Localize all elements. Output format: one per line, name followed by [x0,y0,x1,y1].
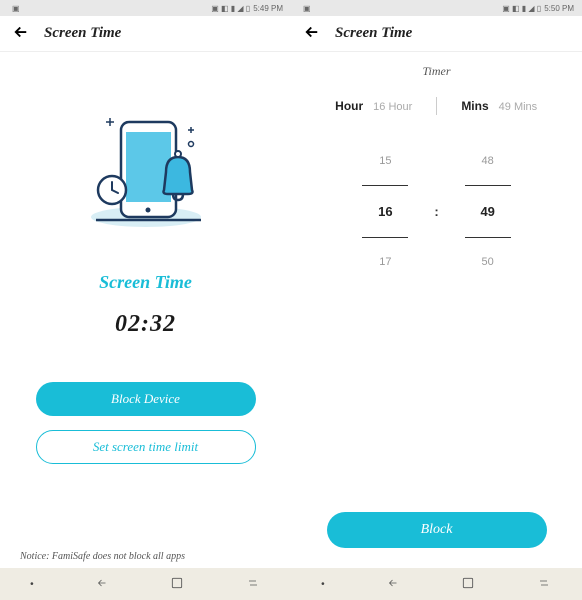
picker-line [362,237,408,238]
status-time: 5:50 PM [544,4,574,13]
status-time: 5:49 PM [253,4,283,13]
nav-bar: • [0,568,291,600]
back-icon[interactable] [303,23,321,44]
hour-picker[interactable]: 15 16 17 [360,155,410,268]
status-bar: ▣ ▣ ◧ ▮ ◢ ▯ 5:49 PM [0,0,291,16]
header: Screen Time [291,16,582,52]
page-title: Screen Time [44,25,121,42]
time-picker[interactable]: 15 16 17 : 48 49 50 [360,155,512,268]
hour-prev: 15 [379,155,391,167]
left-screen: ▣ ▣ ◧ ▮ ◢ ▯ 5:49 PM Screen Time [0,0,291,600]
hour-next: 17 [379,256,391,268]
back-icon[interactable] [12,23,30,44]
mins-picker[interactable]: 48 49 50 [463,155,513,268]
page-title: Screen Time [335,25,412,42]
mins-tab-value: 49 Mins [499,101,538,113]
right-screen: ▣ ▣ ◧ ▮ ◢ ▯ 5:50 PM Screen Time Timer Ho… [291,0,582,600]
hour-tab[interactable]: Hour 16 Hour [312,99,437,113]
nav-dot-icon[interactable]: • [321,579,325,590]
block-button[interactable]: Block [327,512,547,548]
picker-line [465,237,511,238]
picker-line [465,185,511,186]
mins-selected: 49 [480,204,494,219]
time-colon: : [434,204,438,219]
hour-tab-label: Hour [335,99,363,113]
mins-tab[interactable]: Mins 49 Mins [437,99,562,113]
gallery-icon: ▣ [303,4,311,13]
mins-prev: 48 [482,155,494,167]
picker-tabs: Hour 16 Hour Mins 49 Mins [312,97,562,115]
header: Screen Time [0,16,291,52]
hour-selected: 16 [378,204,392,219]
status-bar: ▣ ▣ ◧ ▮ ◢ ▯ 5:50 PM [291,0,582,16]
nav-bar: • [291,568,582,600]
mins-next: 50 [482,256,494,268]
timer-content: Timer Hour 16 Hour Mins 49 Mins 15 16 [291,52,582,568]
notice-text: Notice: FamiSafe does not block all apps [20,551,185,562]
nav-recent-icon[interactable] [245,577,261,592]
hour-tab-value: 16 Hour [373,101,412,113]
picker-line [362,185,408,186]
main-content: Screen Time 02:32 Block Device Set scree… [0,52,291,568]
timer-label: Timer [422,64,450,79]
nav-dot-icon[interactable]: • [30,579,34,590]
illustration [66,102,226,242]
set-limit-button[interactable]: Set screen time limit [36,430,256,464]
nav-home-icon[interactable] [170,576,184,593]
nav-home-icon[interactable] [461,576,475,593]
block-device-button[interactable]: Block Device [36,382,256,416]
nav-back-icon[interactable] [94,577,110,592]
gallery-icon: ▣ [12,4,20,13]
screen-time-value: 02:32 [115,311,176,338]
mins-tab-label: Mins [461,99,488,113]
section-title: Screen Time [99,272,192,293]
status-icons: ▣ ◧ ▮ ◢ ▯ [211,4,250,13]
nav-recent-icon[interactable] [536,577,552,592]
nav-back-icon[interactable] [385,577,401,592]
status-icons: ▣ ◧ ▮ ◢ ▯ [502,4,541,13]
